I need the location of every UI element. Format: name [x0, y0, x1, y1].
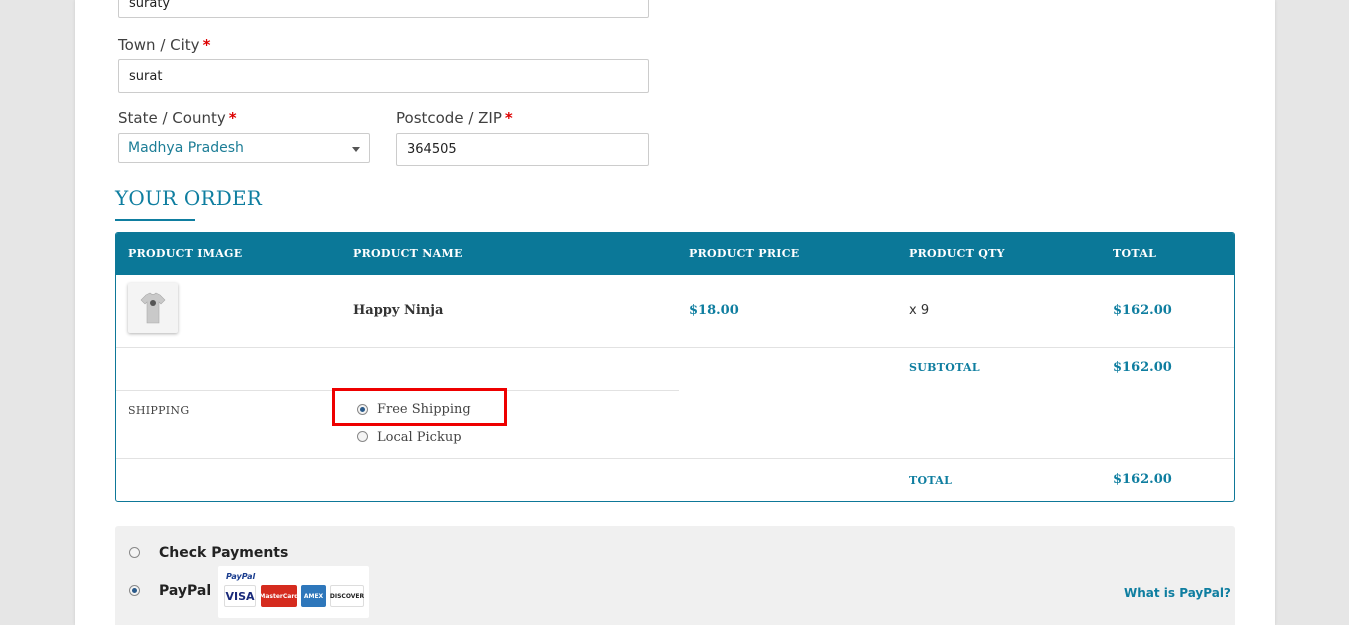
paypal-acceptance-mark[interactable]: PayPal VISA MasterCard AMEX DISCOVER: [218, 566, 369, 618]
chevron-down-icon: [352, 147, 360, 152]
paypal-radio[interactable]: [129, 585, 140, 596]
free-shipping-highlight: [332, 388, 507, 426]
paypal-logo: PayPal: [226, 572, 256, 581]
local-pickup-radio[interactable]: [357, 431, 368, 442]
total-label: TOTAL: [909, 474, 953, 487]
product-thumbnail[interactable]: [128, 283, 178, 333]
what-is-paypal-link[interactable]: What is PayPal?: [1124, 586, 1231, 600]
postcode-label: Postcode / ZIP *: [396, 109, 513, 127]
shipping-label: SHIPPING: [128, 404, 190, 417]
product-price: $18.00: [689, 303, 739, 318]
required-mark: *: [228, 109, 237, 127]
subtotal-label: SUBTOTAL: [909, 361, 980, 374]
col-product-image: PRODUCT IMAGE: [128, 247, 243, 260]
visa-card-icon: VISA: [224, 585, 256, 607]
amex-card-icon: AMEX: [301, 585, 326, 607]
required-mark: *: [504, 109, 513, 127]
your-order-heading: YOUR ORDER: [115, 186, 263, 210]
order-table: PRODUCT IMAGE PRODUCT NAME PRODUCT PRICE…: [115, 232, 1235, 502]
local-pickup-label[interactable]: Local Pickup: [377, 430, 462, 445]
check-payments-radio[interactable]: [129, 547, 140, 558]
heading-underline: [115, 219, 195, 221]
address-line-input[interactable]: suraty: [118, 0, 649, 18]
col-total: TOTAL: [1113, 247, 1157, 260]
required-mark: *: [202, 36, 211, 54]
row-divider: [116, 458, 1234, 459]
product-total: $162.00: [1113, 303, 1172, 318]
state-select[interactable]: Madhya Pradesh: [118, 133, 370, 163]
total-value: $162.00: [1113, 472, 1172, 487]
col-product-name: PRODUCT NAME: [353, 247, 463, 260]
town-label: Town / City *: [118, 36, 211, 54]
row-divider: [116, 347, 1234, 348]
subtotal-value: $162.00: [1113, 360, 1172, 375]
check-payments-label[interactable]: Check Payments: [159, 545, 288, 561]
state-label: State / County *: [118, 109, 237, 127]
postcode-input[interactable]: 364505: [396, 133, 649, 166]
product-name[interactable]: Happy Ninja: [353, 303, 443, 318]
tshirt-icon: [140, 292, 166, 324]
col-product-price: PRODUCT PRICE: [689, 247, 800, 260]
product-qty: x 9: [909, 303, 930, 318]
mastercard-icon: MasterCard: [259, 585, 299, 607]
paypal-label[interactable]: PayPal: [159, 583, 211, 599]
town-input[interactable]: surat: [118, 59, 649, 93]
col-product-qty: PRODUCT QTY: [909, 247, 1005, 260]
discover-card-icon: DISCOVER: [330, 585, 364, 607]
order-table-header: PRODUCT IMAGE PRODUCT NAME PRODUCT PRICE…: [116, 233, 1234, 275]
